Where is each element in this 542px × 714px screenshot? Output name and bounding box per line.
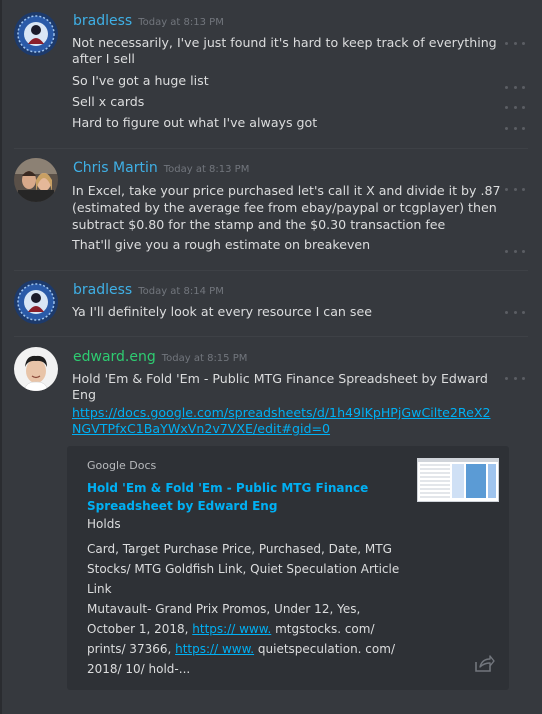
message-divider [14,336,528,337]
timestamp: Today at 8:13 PM [138,17,224,28]
timestamp: Today at 8:13 PM [163,164,250,175]
avatar[interactable] [14,280,58,324]
more-options-icon[interactable] [505,248,525,254]
embed-desc-link[interactable]: https:// www. [175,642,254,656]
message-header: edward.eng Today at 8:15 PM [73,348,247,368]
more-options-icon[interactable] [505,84,525,90]
message-text: In Excel, take your price purchased let'… [72,183,501,232]
avatar[interactable] [14,347,58,391]
embed-desc-line: Card, Target Purchase Price, Purchased, … [87,542,400,596]
message-text: So I've got a huge list [72,73,209,88]
username[interactable]: bradless [73,13,132,29]
embed-provider[interactable]: Google Docs [87,459,156,472]
embed-thumbnail[interactable] [417,458,499,502]
embed-description: Holds Card, Target Purchase Price, Purch… [87,514,407,679]
more-options-icon[interactable] [505,40,525,46]
message-text: Hold 'Em & Fold 'Em - Public MTG Finance… [72,371,488,402]
spreadsheet-link[interactable]: https://docs.google.com/spreadsheets/d/1… [72,405,491,436]
username[interactable]: Chris Martin [73,160,158,176]
message-divider [14,148,528,149]
message-text: Not necessarily, I've just found it's ha… [72,35,497,66]
message-header: bradless Today at 8:14 PM [73,281,224,301]
avatar[interactable] [14,158,58,202]
more-options-icon[interactable] [505,125,525,131]
username[interactable]: edward.eng [73,349,156,365]
link-embed: Google Docs Hold 'Em & Fold 'Em - Public… [67,446,509,690]
more-options-icon[interactable] [505,309,525,315]
message-link: https://docs.google.com/spreadsheets/d/1… [72,405,497,437]
more-options-icon[interactable] [505,375,525,381]
avatar[interactable] [14,12,58,56]
timestamp: Today at 8:14 PM [138,286,224,297]
share-icon[interactable] [473,654,495,674]
message-text: Ya I'll definitely look at every resourc… [72,304,372,319]
more-options-icon[interactable] [505,104,525,110]
embed-desc-heading: Holds [87,517,121,531]
message-text: That'll give you a rough estimate on bre… [72,237,371,252]
embed-desc-line: Mutavault- Grand Prix Promos, Under 12, … [87,599,407,679]
embed-desc-link[interactable]: https:// www. [192,622,271,636]
message-header: bradless Today at 8:13 PM [73,12,224,32]
message-text: Sell x cards [72,94,145,109]
message-header: Chris Martin Today at 8:13 PM [73,159,249,179]
username[interactable]: bradless [73,282,132,298]
embed-title[interactable]: Hold 'Em & Fold 'Em - Public MTG Finance… [87,479,377,515]
message-divider [14,270,528,271]
more-options-icon[interactable] [505,186,525,192]
window-edge [0,0,2,714]
message-text: Hard to figure out what I've always got [72,115,318,130]
timestamp: Today at 8:15 PM [161,353,248,364]
